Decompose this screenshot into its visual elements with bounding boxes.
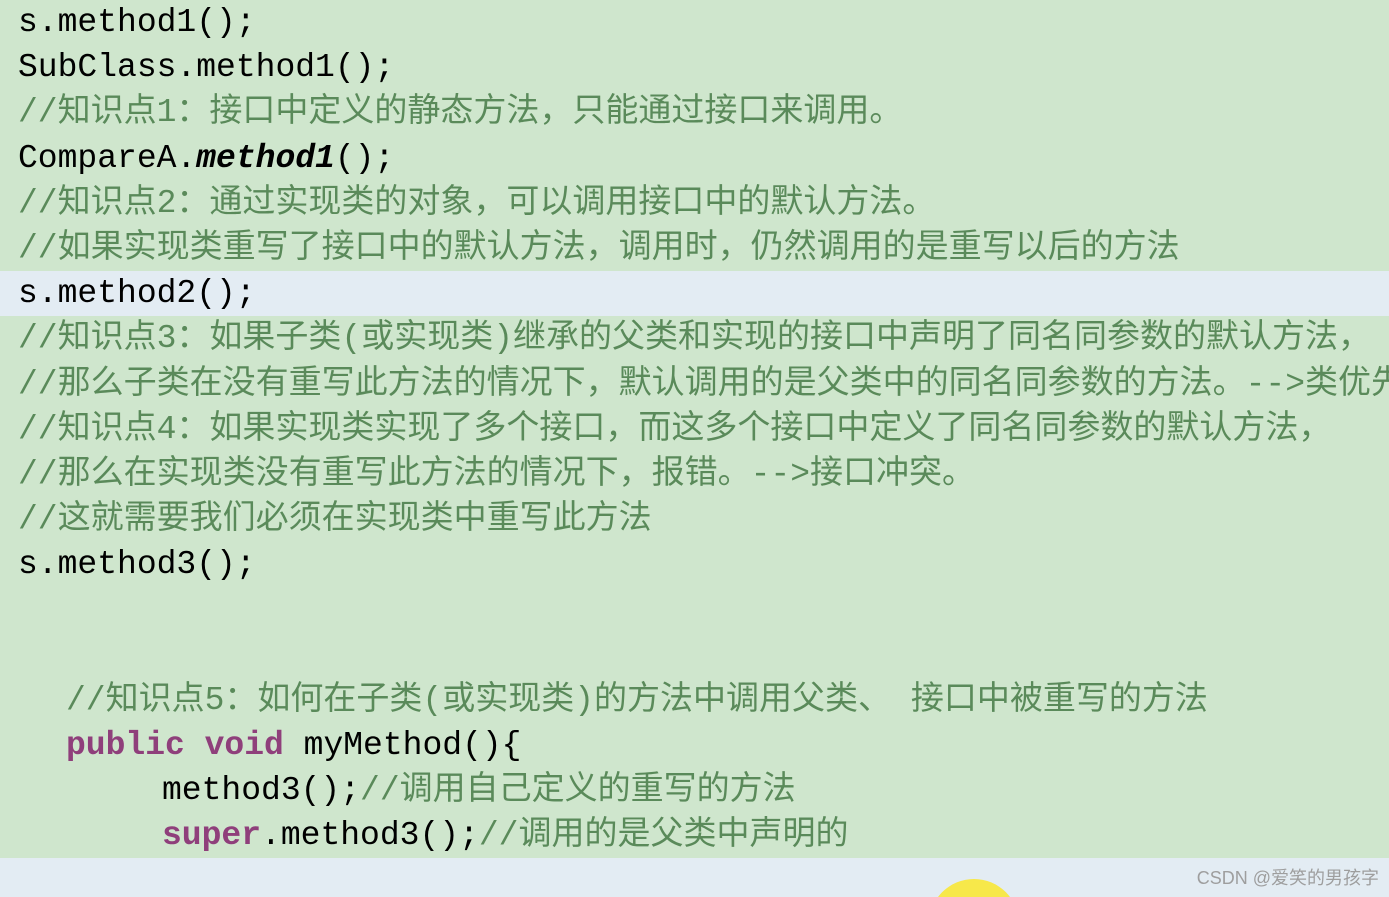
keyword: super [162, 817, 261, 854]
comment: //调用自己定义的重写的方法 [360, 772, 796, 809]
comment-line-10: //知识点4：如果实现类实现了多个接口，而这多个接口中定义了同名同参数的默认方法… [0, 407, 1389, 452]
method: method1 [196, 140, 335, 177]
blank-line [0, 588, 1389, 633]
code-line-2: SubClass.method1(); [0, 45, 1389, 90]
code: (); [335, 140, 394, 177]
comment-line-5: //知识点2：通过实现类的对象，可以调用接口中的默认方法。 [0, 181, 1389, 226]
comment-line-8: //知识点3：如果子类(或实现类)继承的父类和实现的接口中声明了同名同参数的默认… [0, 316, 1389, 361]
code: myMethod(){ [304, 727, 522, 764]
code: method3(); [162, 772, 360, 809]
comment-line-11: //那么在实现类没有重写此方法的情况下，报错。-->接口冲突。 [0, 452, 1389, 497]
code: CompareA. [18, 140, 196, 177]
comment: //那么在实现类没有重写此方法的情况下，报错。-->接口冲突。 [18, 456, 975, 493]
cursor-highlight-icon [845, 828, 1024, 897]
comment: //知识点1：接口中定义的静态方法，只能通过接口来调用。 [18, 94, 902, 131]
code-line-7: s.method2(); [0, 271, 1389, 316]
blank-line [0, 633, 1389, 678]
comment: //知识点3：如果子类(或实现类)继承的父类和实现的接口中声明了同名同参数的默认… [18, 320, 1371, 357]
comment: //那么子类在没有重写此方法的情况下，默认调用的是父类中的同名同参数的方法。--… [18, 366, 1389, 403]
code: SubClass.method1(); [18, 49, 394, 86]
comment-line-6: //如果实现类重写了接口中的默认方法，调用时，仍然调用的是重写以后的方法 [0, 226, 1389, 271]
comment: //知识点4：如果实现类实现了多个接口，而这多个接口中定义了同名同参数的默认方法… [18, 411, 1331, 448]
code: s.method2(); [18, 275, 256, 312]
comment: //调用的是父类中声明的 [479, 817, 849, 854]
code-line-15: public void myMethod(){ [0, 723, 1389, 768]
code-line-13: s.method3(); [0, 542, 1389, 587]
code-line-17: super.method3();//调用的是父类中声明的 [0, 813, 1389, 858]
code: s.method3(); [18, 546, 256, 583]
comment-line-18: //调用接口中的默认方法 [0, 858, 1389, 897]
comment: //知识点5：如何在子类(或实现类)的方法中调用父类、 接口中被重写的方法 [66, 682, 1208, 719]
comment: //如果实现类重写了接口中的默认方法，调用时，仍然调用的是重写以后的方法 [18, 230, 1180, 267]
code-line-1: s.method1(); [0, 0, 1389, 45]
code-line-4: CompareA.method1(); [0, 136, 1389, 181]
code: .method3(); [261, 817, 479, 854]
comment-line-9: //那么子类在没有重写此方法的情况下，默认调用的是父类中的同名同参数的方法。--… [0, 362, 1389, 407]
code: s.method1(); [18, 4, 256, 41]
comment-line-12: //这就需要我们必须在实现类中重写此方法 [0, 497, 1389, 542]
comment-line-14: //知识点5：如何在子类(或实现类)的方法中调用父类、 接口中被重写的方法 [0, 678, 1389, 723]
comment: //这就需要我们必须在实现类中重写此方法 [18, 501, 652, 538]
keyword: public void [66, 727, 304, 764]
code-line-16: method3();//调用自己定义的重写的方法 [0, 768, 1389, 813]
comment: //知识点2：通过实现类的对象，可以调用接口中的默认方法。 [18, 185, 935, 222]
watermark: CSDN @爱笑的男孩字 [1197, 866, 1379, 891]
comment-line-3: //知识点1：接口中定义的静态方法，只能通过接口来调用。 [0, 90, 1389, 135]
